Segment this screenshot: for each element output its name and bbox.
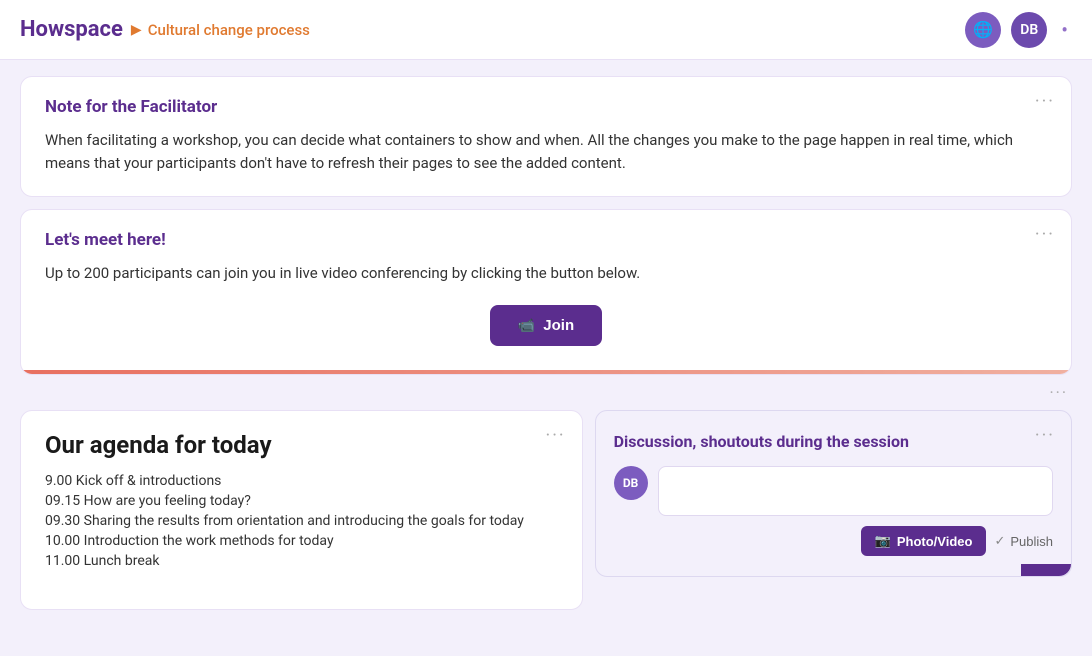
agenda-list-item: 11.00 Lunch break [45,553,558,569]
photo-video-button[interactable]: 📷 Photo/Video [861,526,987,556]
agenda-list-item: 10.00 Introduction the work methods for … [45,533,558,549]
agenda-list: 9.00 Kick off & introductions 09.15 How a… [45,473,558,569]
breadcrumb-title[interactable]: Cultural change process [148,21,310,39]
post-input[interactable] [658,466,1053,516]
post-avatar: DB [614,466,648,500]
globe-icon[interactable]: 🌐 [965,12,1001,48]
main-content: ··· Note for the Facilitator When facili… [0,60,1092,626]
meet-card: ··· Let's meet here! Up to 200 participa… [20,209,1072,375]
header-more-menu[interactable]: • [1057,18,1072,42]
pink-divider-bar [21,370,1071,374]
publish-button[interactable]: ✓ Publish [994,533,1053,549]
facilitator-note-text: When facilitating a workshop, you can de… [45,129,1047,176]
post-toolbar: 📷 Photo/Video ✓ Publish [614,526,1053,556]
breadcrumb-arrow: ▶ [131,22,142,38]
join-button-label: Join [543,317,574,334]
facilitator-note-title: Note for the Facilitator [45,97,1047,117]
agenda-list-item: 09.15 How are you feeling today? [45,493,558,509]
camera-icon: 📹 [518,317,535,334]
discussion-card-title: Discussion, shoutouts during the session [614,431,1053,453]
facilitator-note-card: ··· Note for the Facilitator When facili… [20,76,1072,197]
agenda-list-item: 9.00 Kick off & introductions [45,473,558,489]
meet-card-title: Let's meet here! [45,230,1047,250]
agenda-card: ··· Our agenda for today 9.00 Kick off &… [20,410,583,610]
agenda-card-menu[interactable]: ··· [546,425,566,446]
logo: Howspace [20,17,123,42]
header: Howspace ▶ Cultural change process 🌐 DB … [0,0,1092,60]
header-right: 🌐 DB • [965,12,1072,48]
discussion-card-menu[interactable]: ··· [1035,425,1055,446]
publish-label: Publish [1010,534,1053,549]
meet-card-menu[interactable]: ··· [1035,224,1055,245]
facilitator-note-menu[interactable]: ··· [1035,91,1055,112]
join-button[interactable]: 📹 Join [490,305,602,346]
purple-accent-bar [1021,564,1071,576]
discussion-card: ··· Discussion, shoutouts during the ses… [595,410,1072,578]
agenda-list-item: 09.30 Sharing the results from orientati… [45,513,558,529]
meet-card-text: Up to 200 participants can join you in l… [45,262,1047,285]
post-area: DB [614,466,1053,516]
photo-icon: 📷 [875,533,891,549]
check-icon: ✓ [994,533,1005,549]
meet-card-inner: ··· Let's meet here! Up to 200 participa… [21,210,1071,366]
two-column-section: ··· Our agenda for today 9.00 Kick off &… [20,410,1072,610]
section-dots-menu[interactable]: ··· [1049,383,1068,402]
photo-video-label: Photo/Video [897,534,973,549]
agenda-card-title: Our agenda for today [45,431,558,459]
user-avatar[interactable]: DB [1011,12,1047,48]
